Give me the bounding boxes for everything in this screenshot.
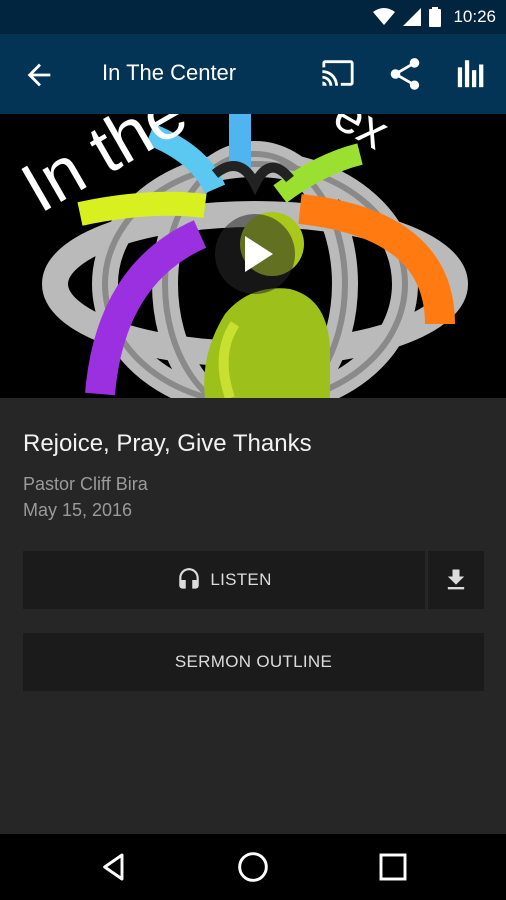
download-button[interactable] bbox=[428, 551, 484, 609]
app-bar: In The Center bbox=[0, 34, 506, 114]
wifi-icon bbox=[373, 8, 396, 25]
sermon-artwork: In the ex bbox=[0, 114, 506, 398]
play-icon bbox=[245, 236, 273, 272]
signal-icon bbox=[403, 8, 422, 26]
listen-label: LISTEN bbox=[210, 570, 272, 589]
equalizer-icon[interactable] bbox=[455, 56, 489, 90]
system-nav-bar bbox=[0, 834, 506, 900]
nav-back-icon[interactable] bbox=[98, 851, 130, 883]
status-time: 10:26 bbox=[453, 7, 496, 26]
status-icons: 10:26 bbox=[373, 0, 496, 34]
sermon-outline-label: SERMON OUTLINE bbox=[174, 652, 333, 671]
nav-home-icon[interactable] bbox=[237, 851, 269, 883]
nav-recents-icon[interactable] bbox=[377, 851, 409, 883]
sermon-speaker: Pastor Cliff Bira bbox=[23, 474, 148, 494]
download-icon bbox=[447, 569, 465, 590]
listen-button[interactable]: LISTEN bbox=[23, 551, 425, 609]
play-button[interactable] bbox=[215, 214, 295, 294]
battery-icon bbox=[429, 7, 442, 27]
sermon-outline-button[interactable]: SERMON OUTLINE bbox=[23, 633, 484, 691]
arrow-back-icon[interactable] bbox=[22, 58, 56, 92]
share-icon[interactable] bbox=[386, 55, 424, 93]
cast-icon[interactable] bbox=[319, 56, 357, 90]
sermon-date: May 15, 2016 bbox=[23, 500, 133, 520]
page-title: In The Center bbox=[102, 60, 237, 85]
headphones-icon bbox=[179, 568, 200, 589]
sermon-title: Rejoice, Pray, Give Thanks bbox=[23, 430, 312, 457]
status-bar: 10:26 bbox=[0, 0, 506, 34]
